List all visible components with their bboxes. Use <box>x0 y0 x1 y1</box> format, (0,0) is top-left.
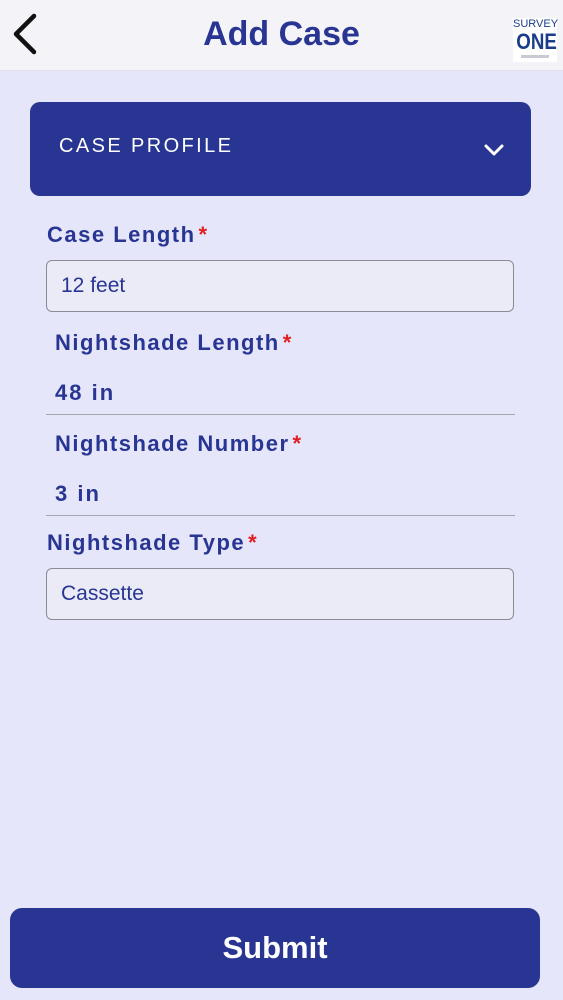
nightshade-number-label-text: Nightshade Number <box>55 431 290 456</box>
back-button[interactable] <box>8 10 48 58</box>
nightshade-type-label-text: Nightshade Type <box>47 530 246 555</box>
required-mark: * <box>282 330 292 355</box>
required-mark: * <box>198 222 208 247</box>
survey-one-logo: SURVEY ONE <box>513 18 558 62</box>
case-length-input[interactable] <box>46 260 514 312</box>
required-mark: * <box>248 530 257 555</box>
section-label: CASE PROFILE <box>59 135 234 157</box>
nightshade-length-label: Nightshade Length * <box>55 330 291 356</box>
nightshade-type-label: Nightshade Type * <box>47 530 257 556</box>
nightshade-length-value: 48 in <box>55 380 116 405</box>
case-length-label-text: Case Length <box>47 222 196 247</box>
app-header: Add Case SURVEY ONE <box>0 0 563 71</box>
page-title: Add Case <box>203 15 360 53</box>
logo-tagline-mark <box>521 55 549 58</box>
nightshade-type-input[interactable] <box>46 568 514 620</box>
case-profile-section-header[interactable]: CASE PROFILE <box>30 102 531 196</box>
nightshade-length-label-text: Nightshade Length <box>55 330 280 355</box>
nightshade-number-value: 3 in <box>55 481 101 506</box>
submit-button[interactable]: Submit <box>10 908 540 988</box>
logo-main-text: ONE <box>516 29 557 54</box>
chevron-down-icon <box>484 144 504 156</box>
case-length-label: Case Length * <box>47 222 207 248</box>
nightshade-length-field[interactable]: 48 in <box>46 370 515 415</box>
required-mark: * <box>292 431 302 456</box>
chevron-left-icon <box>13 13 37 55</box>
nightshade-number-label: Nightshade Number * <box>55 431 301 457</box>
nightshade-number-field[interactable]: 3 in <box>46 471 515 516</box>
